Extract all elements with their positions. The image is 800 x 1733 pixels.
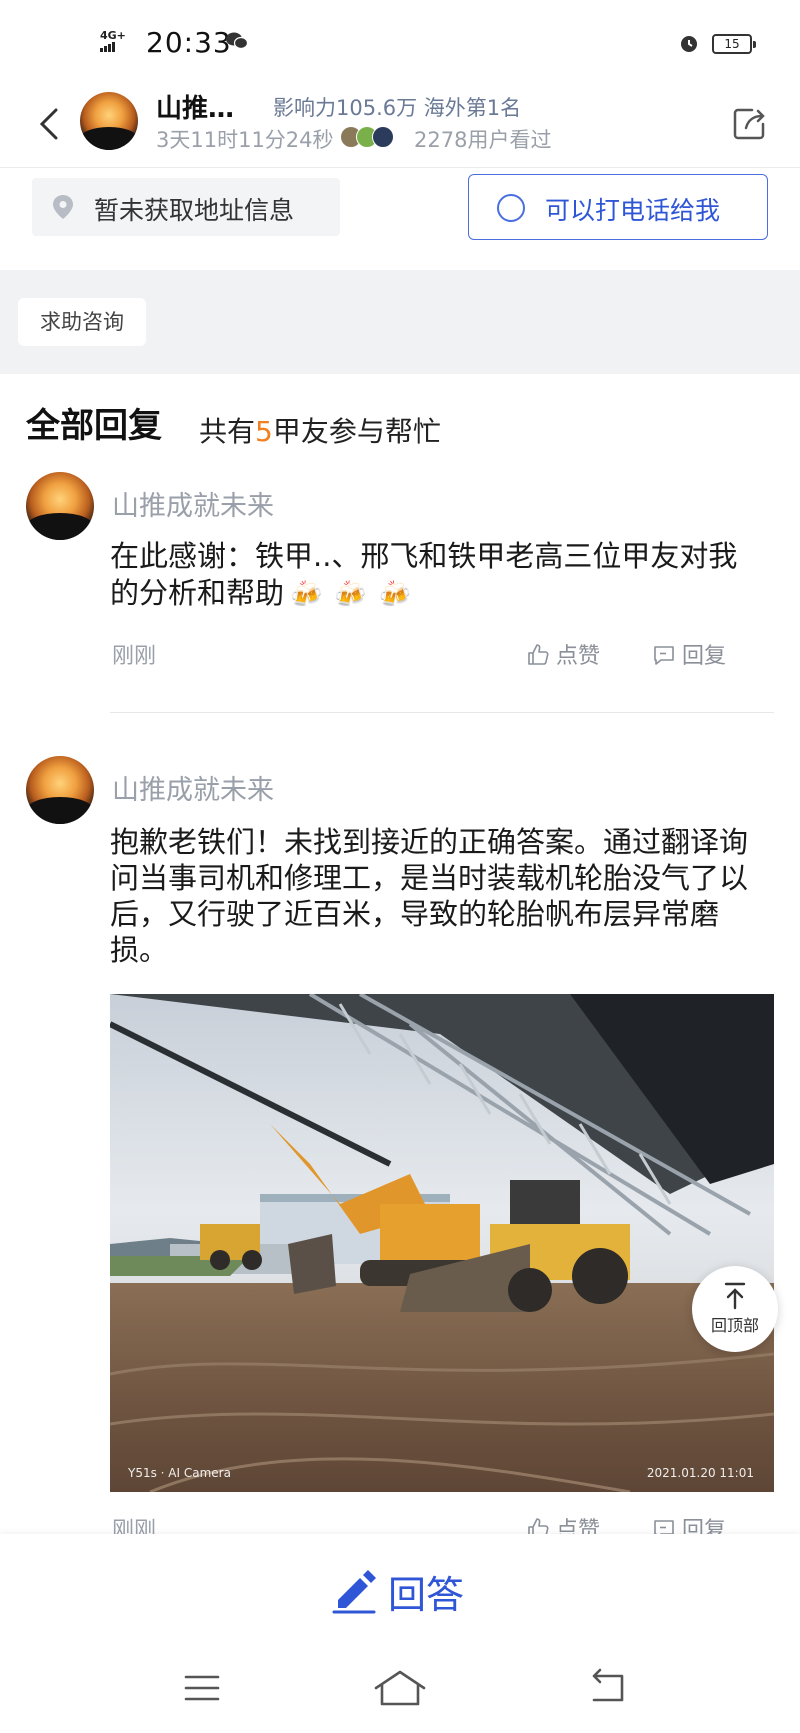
- reply-avatar[interactable]: [26, 472, 94, 540]
- question-detail-page: 4G+ 20:33 15 山推… 影响力105.6万 海外第1名 3天11时11…: [0, 0, 800, 1733]
- wechat-icon: [226, 32, 249, 54]
- signal-icon: [100, 41, 116, 52]
- clock: 20:33: [146, 26, 232, 59]
- call-me-button[interactable]: 可以打电话给我: [468, 174, 768, 240]
- location-text: 暂未获取地址信息: [94, 196, 295, 225]
- home-icon: [374, 1670, 426, 1706]
- home-button[interactable]: [372, 1668, 428, 1712]
- like-label: 点赞: [556, 644, 601, 669]
- answer-label: 回答: [388, 1573, 465, 1617]
- replies-header: 全部回复 共有5甲友参与帮忙: [26, 398, 441, 448]
- like-button[interactable]: 点赞: [526, 638, 600, 670]
- system-nav-bar: [0, 1644, 800, 1733]
- share-button[interactable]: [728, 102, 772, 146]
- beer-emoji: 🍻: [378, 580, 412, 610]
- radio-circle-icon: [497, 194, 525, 222]
- back-button[interactable]: [30, 102, 70, 146]
- replies-title: 全部回复: [26, 406, 162, 446]
- reply-avatar[interactable]: [26, 756, 94, 824]
- divider: [110, 712, 774, 713]
- chevron-left-icon: [39, 108, 58, 140]
- location-pin-icon: [53, 195, 73, 219]
- participant-count: 5: [255, 415, 273, 448]
- photo-timestamp: 2021.01.20 11:01: [646, 1466, 754, 1480]
- beer-emoji: 🍻: [334, 580, 367, 610]
- comment-icon: [654, 646, 674, 665]
- top-header: 山推… 影响力105.6万 海外第1名 3天11时11分24秒 2278用户看过: [0, 88, 800, 168]
- location-chip: 暂未获取地址信息: [32, 178, 340, 236]
- reply-username[interactable]: 山推成就未来: [112, 484, 274, 523]
- reply-username[interactable]: 山推成就未来: [112, 768, 274, 807]
- system-back-button[interactable]: [586, 1668, 630, 1712]
- author-avatar[interactable]: [80, 92, 138, 150]
- reply-photo[interactable]: Y51s · AI Camera 2021.01.20 11:01: [110, 994, 774, 1492]
- view-count: 2278用户看过: [414, 128, 552, 152]
- return-icon: [592, 1668, 624, 1702]
- reply-text: 抱歉老铁们！未找到接近的正确答案。通过翻译询问当事司机和修理工，是当时装载机轮胎…: [110, 825, 749, 967]
- thumbs-up-icon: [528, 644, 549, 665]
- back-to-top-button[interactable]: 回顶部: [692, 1266, 778, 1352]
- back-to-top-label: 回顶部: [710, 1316, 759, 1335]
- viewer-avatars: [340, 126, 400, 150]
- reply-button[interactable]: 回复: [652, 638, 726, 670]
- reply-text-content: 在此感谢：铁甲..、邢飞和铁甲老高三位甲友对我的分析和帮助: [110, 539, 738, 610]
- alarm-icon: [678, 32, 700, 58]
- tag-band: 求助咨询: [0, 270, 800, 374]
- reply-label: 回复: [682, 644, 727, 669]
- status-bar: 4G+ 20:33 15: [0, 0, 800, 88]
- answer-button[interactable]: 回答: [330, 1564, 464, 1619]
- reply-time: 刚刚: [112, 644, 157, 669]
- pen-icon: [332, 1569, 376, 1613]
- camera-watermark: Y51s · AI Camera: [128, 1466, 231, 1480]
- replies-summary: 共有5甲友参与帮忙: [199, 410, 441, 450]
- network-indicator: 4G+: [100, 30, 126, 52]
- location-row: 暂未获取地址信息 可以打电话给我: [0, 170, 800, 270]
- summary-prefix: 共有: [199, 415, 256, 448]
- summary-suffix: 甲友参与帮忙: [272, 415, 441, 448]
- construction-site-image: [110, 994, 774, 1492]
- battery-icon: 15: [712, 34, 756, 54]
- arrow-up-icon: [724, 1282, 746, 1310]
- menu-button[interactable]: [182, 1668, 222, 1712]
- beer-emoji: 🍻: [290, 580, 323, 610]
- topic-tag[interactable]: 求助咨询: [18, 298, 146, 346]
- countdown-timer: 3天11时11分24秒: [156, 128, 334, 152]
- call-me-label: 可以打电话给我: [545, 196, 721, 225]
- author-influence: 影响力105.6万 海外第1名: [273, 96, 522, 120]
- author-name[interactable]: 山推…: [156, 88, 234, 125]
- share-icon: [733, 108, 765, 140]
- answer-bar: 回答: [0, 1534, 800, 1644]
- menu-icon: [184, 1675, 220, 1701]
- reply-text: 在此感谢：铁甲..、邢飞和铁甲老高三位甲友对我的分析和帮助 🍻 🍻 🍻: [110, 538, 760, 614]
